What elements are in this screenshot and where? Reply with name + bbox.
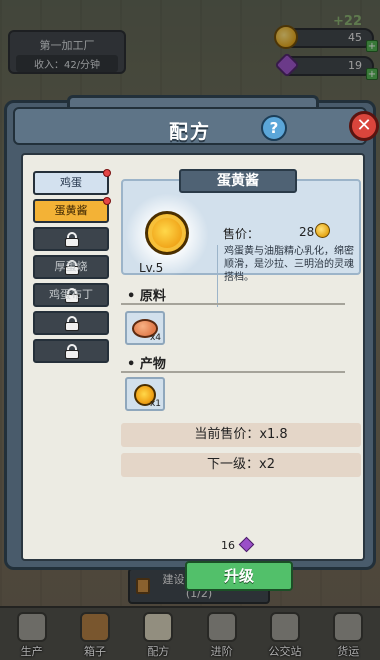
recipe-item-locked[interactable]: [33, 227, 109, 251]
upgrade-cost: 16: [221, 539, 235, 552]
current-price-multiplier: 当前售价：x1.8: [121, 423, 361, 447]
lock-icon: [65, 344, 79, 359]
material-qty: x4: [149, 333, 161, 343]
recipe-item-egg[interactable]: 鸡蛋: [33, 169, 111, 195]
product-name: 蛋黄酱: [179, 169, 297, 193]
coin-icon: [315, 223, 330, 238]
next-level-multiplier: 下一级：x2: [121, 453, 361, 477]
price-value: 28: [299, 225, 315, 239]
lock-icon: [65, 232, 79, 247]
dialog-header: 配方 ? ✕: [13, 107, 379, 145]
upgrade-button[interactable]: 升级: [185, 561, 293, 591]
recipe-label: 鸡蛋布丁: [49, 288, 93, 301]
mayonnaise-icon: [145, 211, 189, 255]
material-slot[interactable]: x4: [125, 311, 165, 345]
price-label: 售价：: [223, 227, 260, 241]
recipe-label: 蛋黄酱: [54, 204, 88, 217]
dialog-body: 鸡蛋 蛋黄酱 厚蛋烧 鸡蛋布丁 Lv.5 售价： 28 鸡蛋黄与油脂精心乳化，绵…: [21, 153, 365, 591]
recipe-dialog: 配方 ? ✕ 鸡蛋 蛋黄酱 厚蛋烧 鸡蛋布丁 Lv.5 售价： 28 鸡蛋黄与油…: [4, 95, 379, 591]
dialog-title: 配方: [168, 121, 211, 143]
help-button[interactable]: ?: [261, 115, 287, 141]
product-card: Lv.5 售价： 28 鸡蛋黄与油脂精心乳化，绵密顺滑，是沙拉、三明治的灵魂搭档…: [121, 179, 361, 307]
recipe-list: 鸡蛋 蛋黄酱 厚蛋烧 鸡蛋布丁: [33, 169, 111, 367]
notification-dot: [103, 197, 111, 205]
product-description: 鸡蛋黄与油脂精心乳化，绵密顺滑，是沙拉、三明治的灵魂搭档。: [217, 245, 359, 307]
materials-title: 原料: [127, 285, 166, 304]
lock-icon: [65, 316, 79, 331]
recipe-label: 鸡蛋: [60, 176, 82, 189]
outputs-title: 产物: [127, 353, 166, 372]
recipe-item-egg-pudding[interactable]: 鸡蛋布丁: [33, 283, 109, 307]
recipe-item-mayonnaise[interactable]: 蛋黄酱: [33, 197, 111, 223]
recipe-item-locked[interactable]: [33, 339, 109, 363]
divider: [121, 371, 345, 373]
notification-dot: [103, 169, 111, 177]
recipe-label: 厚蛋烧: [54, 260, 88, 273]
output-slot[interactable]: x1: [125, 377, 165, 411]
divider: [121, 303, 345, 305]
close-button[interactable]: ✕: [349, 111, 379, 141]
product-level: Lv.5: [139, 261, 164, 275]
recipe-item-tamagoyaki[interactable]: 厚蛋烧: [33, 255, 109, 279]
recipe-item-locked[interactable]: [33, 311, 109, 335]
gem-icon: [238, 536, 255, 553]
output-qty: x1: [149, 399, 161, 409]
